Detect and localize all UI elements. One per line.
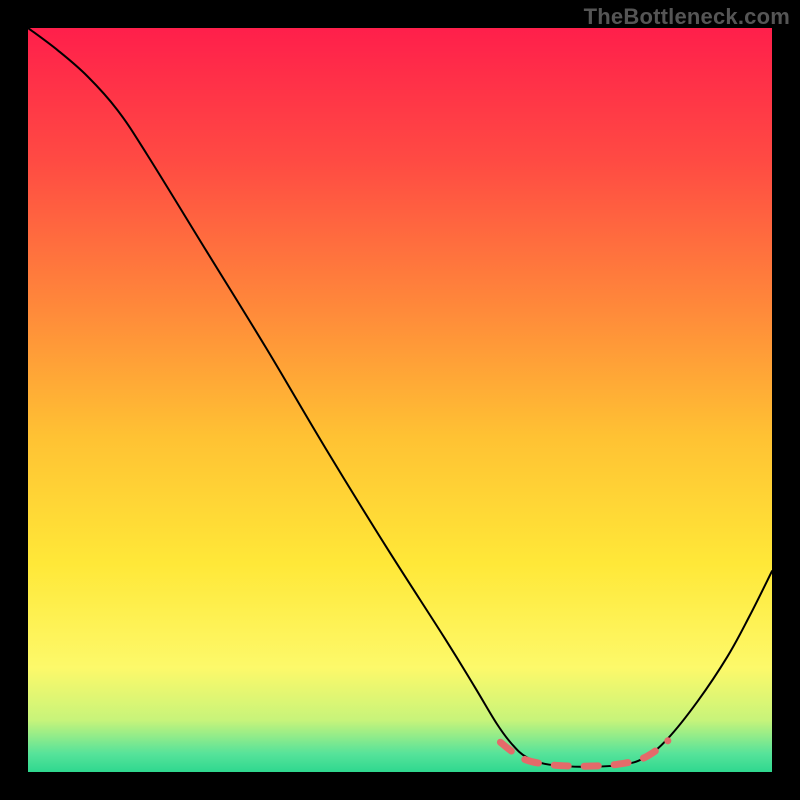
chart-frame: TheBottleneck.com	[0, 0, 800, 800]
gradient-background	[28, 28, 772, 772]
plot-area	[28, 28, 772, 772]
watermark-text: TheBottleneck.com	[584, 4, 790, 30]
bottleneck-chart-svg	[28, 28, 772, 772]
